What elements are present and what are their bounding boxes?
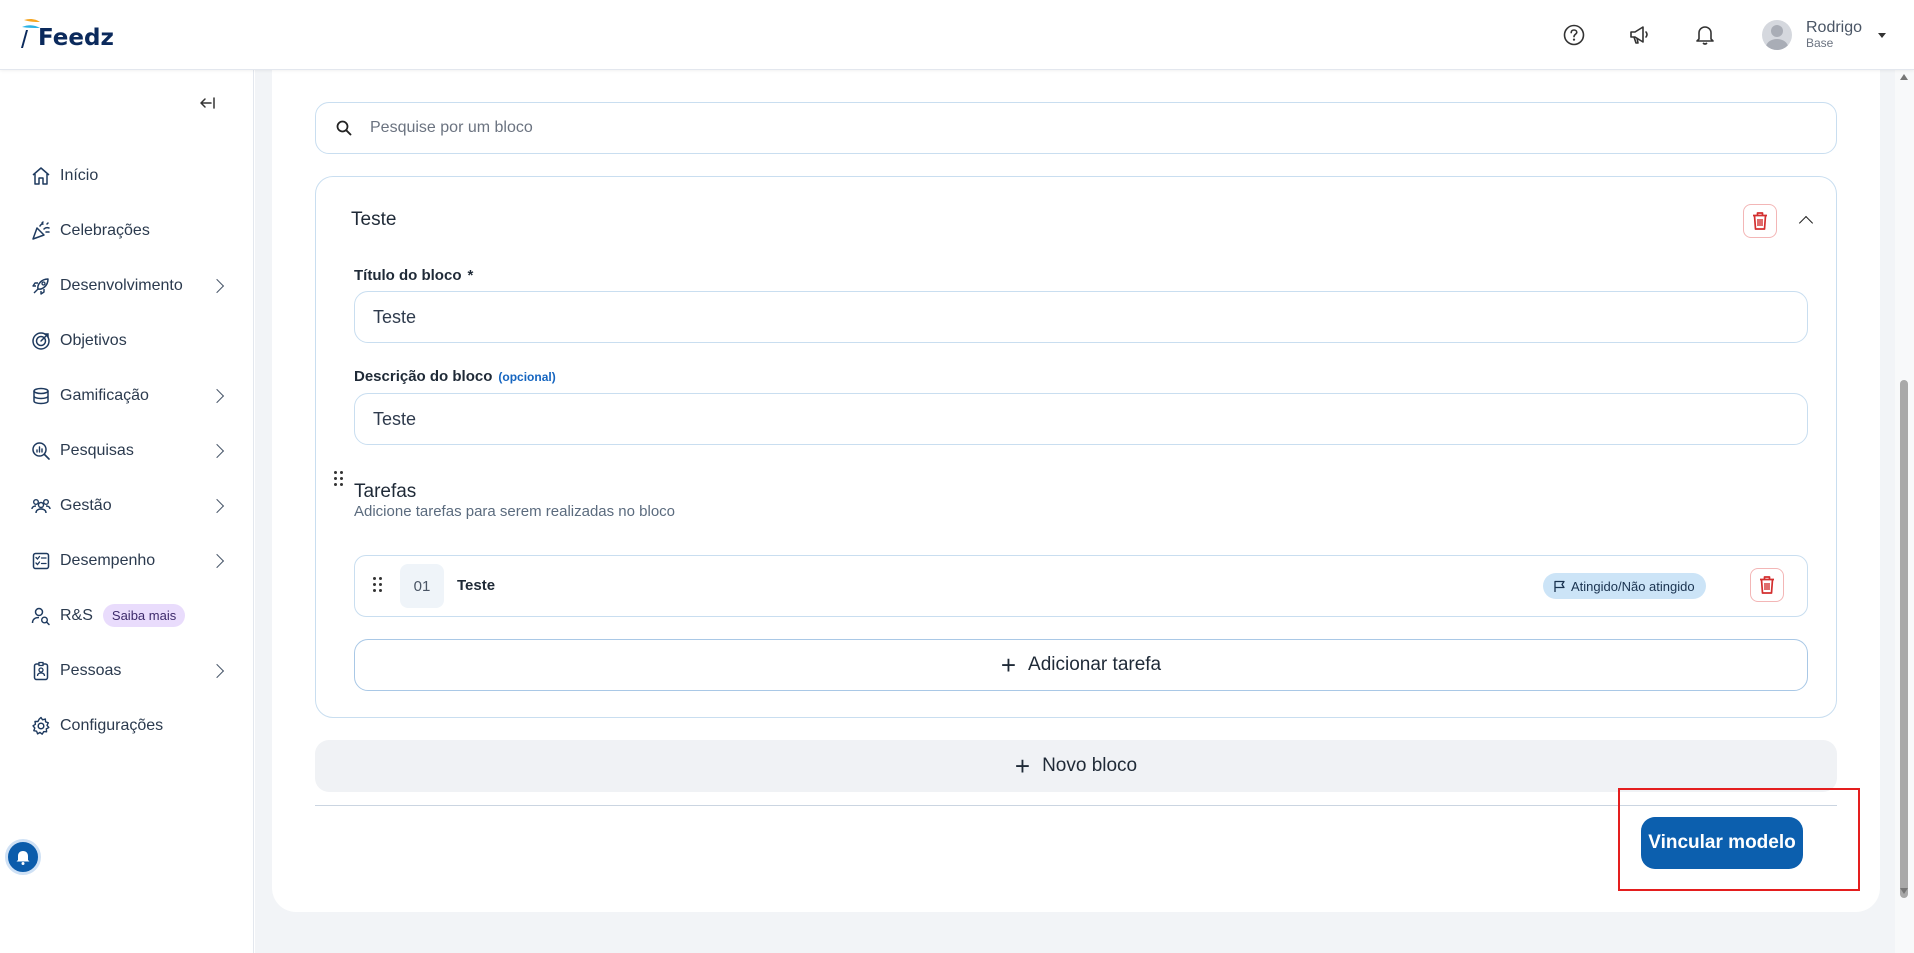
coins-icon [30, 385, 52, 407]
sidebar-item-label: Pessoas [60, 661, 122, 679]
top-header: Feedz Rodrigo Base [0, 0, 1914, 70]
search-icon [336, 120, 352, 136]
task-name[interactable]: Teste [457, 577, 495, 594]
block-title: Teste [351, 209, 397, 230]
add-task-label: Adicionar tarefa [1028, 654, 1162, 675]
plus-icon: + [1000, 650, 1017, 680]
tasks-drag-handle-icon[interactable] [334, 471, 343, 486]
new-block-label: Novo bloco [1042, 755, 1138, 776]
sidebar-item-celebracoes[interactable]: Celebrações [30, 203, 230, 258]
chevron-right-icon [209, 553, 225, 568]
sidebar-nav: Início Celebrações Desenvolvimento Objet… [30, 148, 230, 753]
trash-icon [1753, 212, 1767, 230]
block-title-input[interactable] [354, 291, 1808, 343]
feedz-logo[interactable]: Feedz [18, 18, 114, 50]
scroll-thumb[interactable] [1900, 380, 1908, 898]
sidebar: Início Celebrações Desenvolvimento Objet… [0, 70, 254, 953]
sidebar-item-desempenho[interactable]: Desempenho [30, 533, 230, 588]
sidebar-item-label: Celebrações [60, 221, 150, 239]
flag-icon [1554, 580, 1565, 592]
sidebar-item-rs[interactable]: R&S Saiba mais [30, 588, 230, 643]
tasks-title: Tarefas [354, 481, 417, 502]
add-task-button[interactable]: + Adicionar tarefa [354, 639, 1808, 691]
scrollbar[interactable] [1895, 70, 1914, 953]
user-subtitle: Base [1806, 36, 1834, 51]
delete-block-button[interactable] [1743, 204, 1777, 238]
sidebar-item-label: Gestão [60, 496, 112, 514]
sidebar-item-objetivos[interactable]: Objetivos [30, 313, 230, 368]
badge-icon [30, 660, 52, 682]
sidebar-item-label: Desenvolvimento [60, 276, 183, 294]
description-field-label-text: Descrição do bloco [354, 368, 493, 385]
logo-text: Feedz [38, 25, 114, 51]
sidebar-item-label: Início [60, 166, 99, 184]
block-search [315, 102, 1837, 154]
notification-bell-bubble[interactable] [5, 839, 41, 875]
checklist-icon [30, 550, 52, 572]
chevron-right-icon [209, 443, 225, 458]
feedz-logo-mark-icon [18, 18, 42, 50]
sidebar-item-configuracoes[interactable]: Configurações [30, 698, 230, 753]
sidebar-item-label: R&S [60, 606, 93, 624]
block-card: Teste Título do bloco * Descrição do bloc… [315, 176, 1837, 718]
saiba-mais-badge[interactable]: Saiba mais [102, 604, 186, 627]
tasks-subtitle: Adicione tarefas para serem realizadas n… [354, 503, 676, 520]
scroll-up-arrow-icon[interactable] [1900, 74, 1908, 80]
bell-icon [16, 851, 30, 865]
sidebar-item-label: Desempenho [60, 551, 156, 569]
sidebar-item-label: Gamificação [60, 386, 149, 404]
target-icon [30, 330, 52, 352]
gear-icon [30, 715, 52, 737]
search-input[interactable] [370, 119, 1770, 137]
caret-down-icon [1878, 32, 1887, 38]
rocket-icon [30, 275, 52, 297]
task-type-tag: Atingido/Não atingido [1543, 573, 1706, 599]
title-field-label: Título do bloco * [354, 267, 473, 284]
party-icon [30, 220, 52, 242]
bell-icon[interactable] [1692, 22, 1718, 48]
sidebar-item-gamificacao[interactable]: Gamificação [30, 368, 230, 423]
chevron-right-icon [209, 388, 225, 403]
search-chart-icon [30, 440, 52, 462]
delete-task-button[interactable] [1750, 568, 1784, 602]
description-field-label: Descrição do bloco (opcional) [354, 368, 556, 385]
required-mark: * [467, 267, 474, 284]
collapse-sidebar-icon[interactable] [198, 94, 216, 112]
help-icon[interactable] [1561, 22, 1587, 48]
task-drag-handle-icon[interactable] [373, 577, 382, 592]
chevron-right-icon [209, 663, 225, 678]
new-block-button[interactable]: + Novo bloco [315, 740, 1837, 792]
home-icon [30, 165, 52, 187]
collapse-block-icon[interactable] [1798, 215, 1814, 231]
optional-label: (opcional) [498, 370, 556, 384]
task-type-label: Atingido/Não atingido [1571, 578, 1695, 594]
avatar [1762, 20, 1792, 50]
sidebar-item-desenvolvimento[interactable]: Desenvolvimento [30, 258, 230, 313]
sidebar-item-label: Objetivos [60, 331, 127, 349]
sidebar-item-pessoas[interactable]: Pessoas [30, 643, 230, 698]
task-row: 01 Teste Atingido/Não atingido [354, 555, 1808, 617]
user-search-icon [30, 605, 52, 627]
sidebar-item-inicio[interactable]: Início [30, 148, 230, 203]
scroll-down-arrow-icon[interactable] [1900, 888, 1908, 894]
title-field-label-text: Título do bloco [354, 267, 462, 284]
trash-icon [1760, 576, 1774, 594]
user-menu[interactable]: Rodrigo Base [1762, 19, 1887, 51]
chevron-right-icon [209, 498, 225, 513]
task-number: 01 [400, 564, 444, 608]
user-name: Rodrigo [1806, 19, 1863, 37]
chevron-right-icon [209, 278, 225, 293]
sidebar-item-label: Configurações [60, 716, 164, 734]
vincular-modelo-button[interactable]: Vincular modelo [1641, 817, 1803, 869]
plus-icon: + [1014, 751, 1031, 781]
divider [315, 805, 1837, 806]
block-description-input[interactable] [354, 393, 1808, 445]
people-icon [30, 495, 52, 517]
megaphone-icon[interactable] [1627, 22, 1653, 48]
sidebar-item-pesquisas[interactable]: Pesquisas [30, 423, 230, 478]
sidebar-item-label: Pesquisas [60, 441, 134, 459]
sidebar-item-gestao[interactable]: Gestão [30, 478, 230, 533]
